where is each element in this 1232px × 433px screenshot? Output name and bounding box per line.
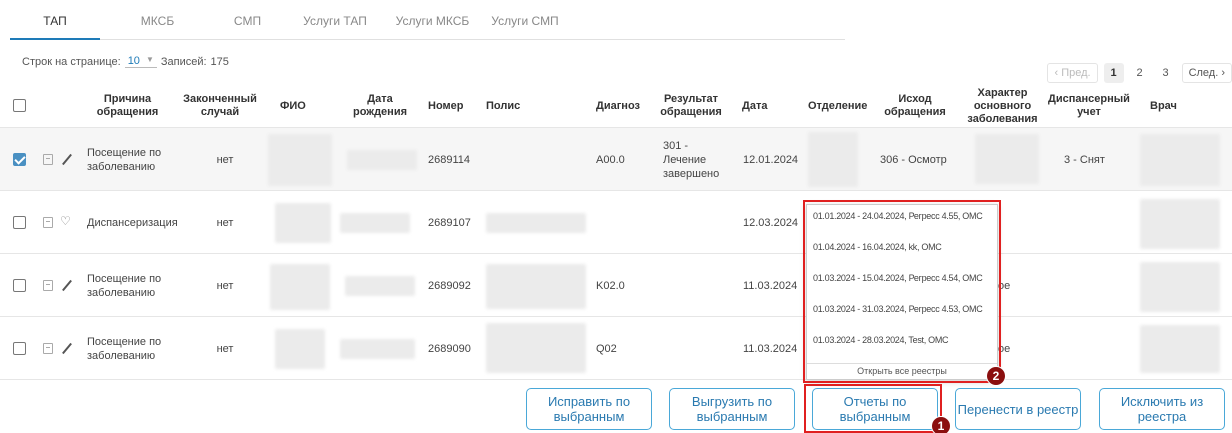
col-dispensary[interactable]: Диспансерный учет [1048,84,1130,128]
cell-outcome: 306 - Осмотр [880,153,947,166]
cell-reason: Диспансеризация [87,216,178,229]
move-to-registry-button[interactable]: Перенести в реестр [955,388,1081,430]
redacted-fio [275,329,325,369]
col-number[interactable]: Номер [428,84,478,128]
edit-icon[interactable] [61,154,73,166]
col-result[interactable]: Результат обращения [656,84,726,128]
cell-diagnosis: K02.0 [596,279,625,292]
table-row[interactable]: Посещение по заболеванию нет 2689114 A00… [0,128,1232,191]
cell-character-partial: ое [998,279,1011,292]
table-row[interactable]: ♡ Диспансеризация нет 2689107 12.03.2024 [0,191,1232,254]
cell-diagnosis: Q02 [596,342,617,355]
records-count: 175 [210,55,229,68]
pagination: ‹ Пред. 1 2 3 След. › [1047,63,1232,83]
cell-reason: Посещение по заболеванию [87,272,162,299]
cell-result: 301 - Лечение завершено [663,139,720,180]
redacted-department [808,132,858,187]
cell-dispensary: 3 - Снят [1064,153,1105,166]
cell-number: 2689092 [428,279,471,292]
export-selected-button[interactable]: Выгрузить по выбранным [669,388,795,430]
cell-finished: нет [216,342,234,355]
cell-diagnosis: A00.0 [596,153,625,166]
cell-finished: нет [216,216,234,229]
tab-services-tap[interactable]: Услуги ТАП [290,0,380,40]
table-row[interactable]: Посещение по заболеванию нет 2689090 Q02… [0,317,1232,380]
col-outcome[interactable]: Исход обращения [880,84,950,128]
heart-icon[interactable]: ♡ [60,214,71,228]
cell-number: 2689107 [428,216,471,229]
document-icon[interactable] [43,217,53,228]
redacted-policy [486,323,586,373]
rows-per-page-select[interactable]: 10 ▼ [124,55,157,68]
redacted-fio [275,203,331,243]
col-birth[interactable]: Дата рождения [345,84,415,128]
cell-date: 11.03.2024 [743,342,798,355]
redacted-doctor [1140,262,1220,312]
cell-date: 11.03.2024 [743,279,798,292]
cell-date: 12.01.2024 [743,153,799,166]
col-doctor[interactable]: Врач [1150,84,1200,128]
redacted-birth [345,276,415,296]
tab-services-smp[interactable]: Услуги СМП [480,0,570,40]
records-label: Записей: [160,55,207,68]
document-icon[interactable] [43,343,53,354]
fix-selected-button[interactable]: Исправить по выбранным [526,388,652,430]
exclude-from-registry-button[interactable]: Исключить из реестра [1099,388,1225,430]
row-checkbox[interactable] [13,279,26,292]
edit-icon[interactable] [61,280,73,292]
cell-finished: нет [216,153,234,166]
highlight-registry-dropdown [803,200,1001,383]
cell-finished: нет [216,279,234,292]
redacted-birth [340,339,415,359]
redacted-fio [268,134,332,186]
table-row[interactable]: Посещение по заболеванию нет 2689092 K02… [0,254,1232,317]
col-department[interactable]: Отделение [808,84,878,128]
col-diagnosis[interactable]: Диагноз [596,84,651,128]
col-fio[interactable]: ФИО [280,84,330,128]
tab-mksb[interactable]: МКСБ [110,0,205,40]
redacted-birth [347,150,417,170]
page-size-control: Строк на странице: 10 ▼ Записей: 175 [22,55,229,68]
tab-services-mksb[interactable]: Услуги МКСБ [385,0,480,40]
row-checkbox[interactable] [13,342,26,355]
col-finished[interactable]: Законченный случай [180,84,260,128]
row-checkbox[interactable] [13,216,26,229]
step-badge-2: 2 [986,366,1006,386]
edit-icon[interactable] [61,343,73,355]
redacted-doctor [1140,134,1220,186]
tab-tap[interactable]: ТАП [10,0,100,40]
chevron-down-icon: ▼ [145,55,154,64]
tab-smp[interactable]: СМП [210,0,285,40]
redacted-doctor [1140,325,1220,373]
document-icon[interactable] [43,154,53,165]
cell-date: 12.03.2024 [743,216,799,229]
row-checkbox[interactable] [13,153,26,166]
rows-per-page-label: Строк на странице: [22,55,121,68]
cell-reason: Посещение по заболеванию [87,146,162,173]
redacted-policy [486,213,586,233]
reports-selected-button[interactable]: Отчеты по выбранным [812,388,938,430]
select-all-checkbox[interactable] [13,99,26,112]
redacted-policy [486,264,586,309]
redacted-doctor [1140,199,1220,249]
table-header: Причина обращения Законченный случай ФИО… [0,84,1232,128]
redacted-character [975,134,1039,184]
redacted-fio [270,264,330,310]
page-3-button[interactable]: 3 [1156,63,1176,83]
prev-page-button[interactable]: ‹ Пред. [1047,63,1098,83]
col-date[interactable]: Дата [742,84,782,128]
tab-bar: ТАП МКСБ СМП Услуги ТАП Услуги МКСБ Услу… [10,0,845,40]
col-character[interactable]: Характер основного заболевания [960,84,1045,128]
document-icon[interactable] [43,280,53,291]
col-policy[interactable]: Полис [486,84,536,128]
page-1-button[interactable]: 1 [1103,63,1124,83]
cell-reason: Посещение по заболеванию [87,335,162,362]
page-2-button[interactable]: 2 [1130,63,1150,83]
redacted-birth [340,213,410,233]
next-page-button[interactable]: След. › [1181,63,1232,83]
col-reason[interactable]: Причина обращения [85,84,170,128]
cell-number: 2689114 [428,153,471,166]
cell-number: 2689090 [428,342,471,355]
step-badge-1: 1 [931,416,951,433]
